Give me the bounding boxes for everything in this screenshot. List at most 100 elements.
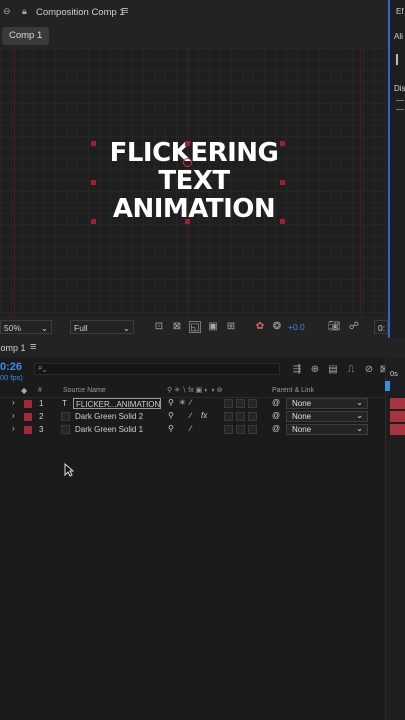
label-column-icon[interactable]: ◆: [21, 386, 27, 395]
layer-row-1[interactable]: › 1 T FLICKER...ANIMATION ⚲ ✳ ∕ @ None ⌄: [0, 398, 385, 410]
layer-label-color[interactable]: [24, 400, 32, 408]
layer-bar-3[interactable]: [390, 424, 405, 435]
quality-switch-icon[interactable]: ∕: [190, 398, 191, 407]
padlock-icon[interactable]: 🔒︎: [22, 6, 27, 17]
resolution-dropdown[interactable]: Full ⌄: [70, 320, 134, 334]
playhead-marker[interactable]: [385, 381, 390, 391]
composition-panel-header: ⊖ 🔒︎ Composition Comp 1 ≡: [0, 0, 388, 24]
layer-bar-2[interactable]: [390, 411, 405, 422]
layer-number: 1: [39, 399, 44, 408]
composition-viewer[interactable]: FLICKERING TEXT ANIMATION: [0, 48, 388, 316]
tab-comp-1[interactable]: Comp 1: [2, 27, 50, 45]
switch-box[interactable]: [248, 399, 257, 408]
anchor-point-icon[interactable]: [183, 158, 192, 167]
shy-switch-icon[interactable]: ⚲: [168, 424, 174, 433]
color-channels-icon[interactable]: ✿: [254, 321, 266, 333]
timeline-tab-comp-1[interactable]: Comp 1: [0, 343, 26, 353]
distribute-label: Dis: [394, 84, 405, 93]
mask-visibility-icon[interactable]: ◱: [189, 321, 201, 333]
draft-3d-icon[interactable]: ⊕: [309, 364, 321, 376]
snapshot-icon[interactable]: 📷︎: [328, 321, 341, 333]
layer-name[interactable]: FLICKER...ANIMATION: [73, 398, 161, 409]
layer-chevron-icon[interactable]: ›: [12, 398, 15, 407]
panel-menu-icon[interactable]: ≡: [122, 5, 128, 17]
pick-whip-icon[interactable]: @: [272, 424, 280, 433]
layer-row-3[interactable]: › 3 Dark Green Solid 1 ⚲ ∕ @ None ⌄: [0, 424, 385, 436]
solid-icon: [61, 425, 70, 434]
current-time-field[interactable]: 0:: [374, 320, 388, 334]
effect-switch-icon[interactable]: fx: [201, 411, 207, 420]
layer-bar-1[interactable]: [390, 398, 405, 409]
chevron-down-icon: ⌄: [356, 424, 363, 433]
layer-row-2[interactable]: › 2 Dark Green Solid 2 ⚲ ∕ fx @ None ⌄: [0, 411, 385, 423]
collapse-switch-icon[interactable]: ✳: [179, 398, 186, 407]
layer-type-icon: T: [62, 399, 67, 408]
effects-panel-label[interactable]: Ef: [396, 7, 404, 16]
right-side-panel: Ef Ali Dis: [388, 0, 405, 338]
switch-box[interactable]: [236, 399, 245, 408]
frame-blending-icon[interactable]: ⎍: [345, 364, 357, 376]
parent-dropdown[interactable]: None ⌄: [286, 411, 368, 422]
layer-label-color[interactable]: [24, 426, 32, 434]
switch-box[interactable]: [248, 412, 257, 421]
timeline-search-field[interactable]: ⌕⌄: [34, 363, 280, 375]
color-management-icon[interactable]: ❂: [271, 321, 283, 333]
align-left-icon[interactable]: [396, 54, 405, 65]
bbox-handle-br[interactable]: [280, 219, 285, 224]
shy-switch-icon[interactable]: ⚲: [168, 411, 174, 420]
transparency-grid-icon[interactable]: ⊠: [171, 321, 183, 333]
column-number[interactable]: #: [38, 387, 42, 394]
composition-mini-flowchart-icon[interactable]: ⇶: [291, 364, 303, 376]
layer-label-color[interactable]: [24, 413, 32, 421]
3d-view-icon[interactable]: ⊞: [225, 321, 237, 333]
bbox-handle-mr[interactable]: [280, 180, 285, 185]
switch-box[interactable]: [224, 412, 233, 421]
column-source-name[interactable]: Source Name: [63, 387, 106, 394]
show-snapshot-icon[interactable]: ☍: [348, 321, 360, 333]
bbox-handle-tr[interactable]: [280, 141, 285, 146]
current-time-value: 0:: [378, 323, 386, 333]
parent-dropdown[interactable]: None ⌄: [286, 398, 368, 409]
layer-chevron-icon[interactable]: ›: [12, 424, 15, 433]
guides-icon[interactable]: ▣: [207, 321, 219, 333]
parent-value: None: [292, 412, 312, 421]
parent-dropdown[interactable]: None ⌄: [286, 424, 368, 435]
quality-switch-icon[interactable]: ∕: [190, 424, 191, 433]
switch-box[interactable]: [236, 412, 245, 421]
switch-box[interactable]: [248, 425, 257, 434]
bbox-handle-ml[interactable]: [91, 180, 96, 185]
timeline-timecode[interactable]: 0:26: [0, 361, 22, 373]
layer-name[interactable]: Dark Green Solid 2: [75, 411, 143, 422]
quality-switch-icon[interactable]: ∕: [190, 411, 191, 420]
text-line-2: TEXT: [158, 166, 230, 196]
text-line-1: FLICKERING: [109, 138, 279, 168]
layer-chevron-icon[interactable]: ›: [12, 411, 15, 420]
pick-whip-icon[interactable]: @: [272, 398, 280, 407]
timeline-tab-bar: Comp 1 ≡: [0, 338, 405, 358]
ruler-start-label: 0s: [390, 369, 398, 378]
pick-whip-icon[interactable]: @: [272, 411, 280, 420]
bbox-handle-tl[interactable]: [91, 141, 96, 146]
column-parent-link[interactable]: Parent & Link: [272, 387, 314, 394]
exposure-value[interactable]: +0.0: [288, 322, 305, 332]
switch-box[interactable]: [224, 399, 233, 408]
parent-value: None: [292, 425, 312, 434]
region-of-interest-icon[interactable]: ⊡: [153, 321, 165, 333]
distribute-icon[interactable]: [396, 100, 404, 110]
zoom-value: 50%: [4, 323, 22, 333]
switches-header: ⚲ ✳ ∖ fx ▣ ◐ ◑ ⊚: [167, 387, 223, 394]
layer-name[interactable]: Dark Green Solid 1: [75, 424, 143, 435]
bbox-handle-bm[interactable]: [185, 219, 190, 224]
motion-blur-icon[interactable]: ⊘: [363, 364, 375, 376]
bbox-handle-tm[interactable]: [185, 141, 190, 146]
align-panel-label[interactable]: Ali: [394, 32, 403, 41]
zoom-dropdown[interactable]: 50% ⌄: [0, 320, 52, 334]
switch-box[interactable]: [224, 425, 233, 434]
lock-icon[interactable]: ⊖: [3, 6, 11, 17]
shy-switch-icon[interactable]: ⚲: [168, 398, 174, 407]
timeline-menu-icon[interactable]: ≡: [30, 341, 36, 353]
bbox-handle-bl[interactable]: [91, 219, 96, 224]
shy-layers-icon[interactable]: ▤: [327, 364, 339, 376]
switch-box[interactable]: [236, 425, 245, 434]
resolution-value: Full: [74, 323, 88, 333]
